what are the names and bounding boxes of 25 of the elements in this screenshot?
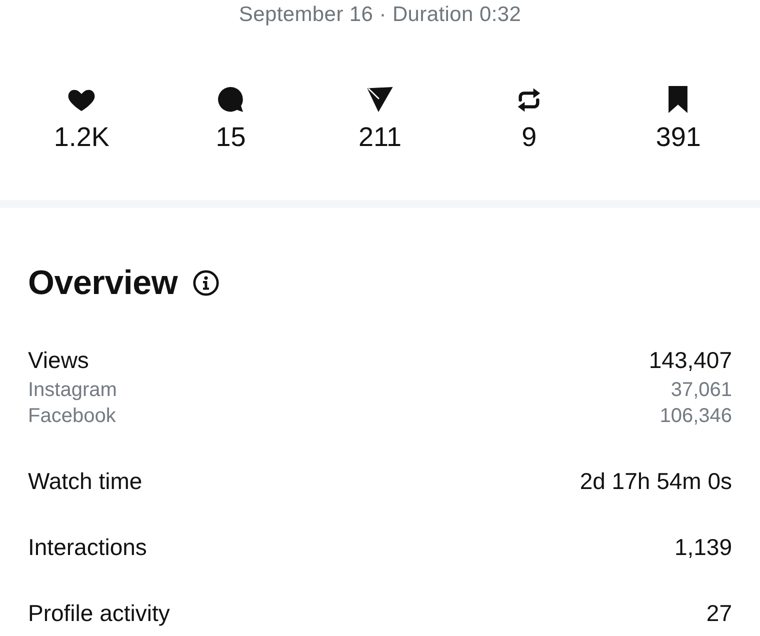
- metric-value: 143,407: [648, 346, 732, 374]
- source-value: 106,346: [660, 404, 732, 429]
- bookmark-icon: [666, 86, 690, 113]
- stat-count: 1.2K: [54, 121, 110, 153]
- source-label: Instagram: [28, 378, 117, 403]
- source-value: 37,061: [670, 378, 732, 403]
- stat-count: 391: [656, 121, 701, 153]
- metric-label: Profile activity: [28, 599, 170, 627]
- stat-count: 211: [358, 121, 402, 153]
- metric-value: 27: [706, 599, 732, 627]
- speech-bubble-icon: [218, 87, 244, 112]
- metric-value: 1,139: [674, 533, 732, 561]
- repeat-arrows-icon: [517, 86, 542, 112]
- heart-icon: [68, 88, 96, 112]
- stat-count: 15: [216, 121, 246, 153]
- metric-value: 2d 17h 54m 0s: [580, 467, 732, 495]
- metric-label: Watch time: [28, 467, 142, 495]
- info-icon[interactable]: [192, 270, 219, 296]
- source-label: Facebook: [28, 404, 116, 429]
- metric-label: Interactions: [28, 533, 147, 561]
- stat-count: 9: [522, 121, 537, 153]
- metric-label: Views: [28, 346, 89, 374]
- paper-plane-icon: [366, 87, 393, 112]
- date-duration-text: September 16 · Duration 0:32: [238, 3, 522, 26]
- section-title: Overview: [28, 264, 178, 302]
